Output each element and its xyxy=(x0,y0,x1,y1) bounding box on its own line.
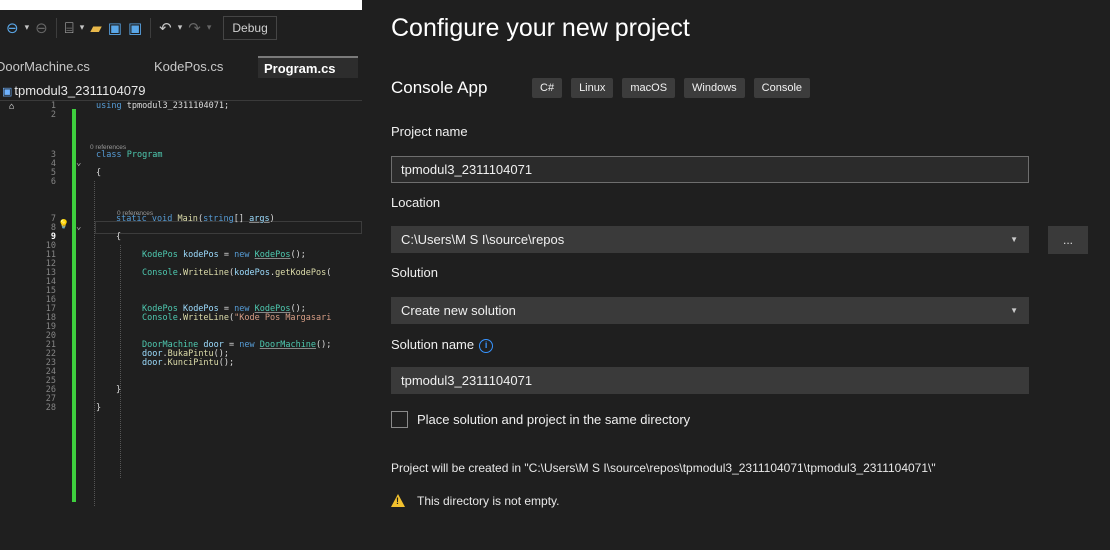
tab-program[interactable]: Program.cs xyxy=(258,56,358,78)
line-number: 28 xyxy=(45,403,56,413)
dropdown-arrow-icon[interactable]: ▾ xyxy=(78,18,87,38)
collapse-icon[interactable]: ⌄ xyxy=(76,223,81,232)
split-handle-icon[interactable]: ⌂ xyxy=(9,102,14,112)
location-label: Location xyxy=(391,195,441,210)
dialog-title: Configure your new project xyxy=(391,14,690,42)
chevron-down-icon[interactable]: ▼ xyxy=(1010,227,1018,252)
new-project-icon[interactable]: ⌸ xyxy=(63,18,76,38)
directory-warning: ! This directory is not empty. xyxy=(391,494,560,508)
code-line: { xyxy=(116,232,122,242)
browse-button[interactable]: ... xyxy=(1048,226,1088,254)
undo-icon[interactable]: ↶ xyxy=(157,18,174,38)
code-line: Console.WriteLine(kodePos.getKodePos( xyxy=(142,268,332,278)
editor-tabs: DoorMachine.cs KodePos.cs Program.cs xyxy=(0,56,362,78)
tag-console: Console xyxy=(753,78,811,98)
project-label: tpmodul3_2311104079 xyxy=(14,83,146,98)
code-line: using tpmodul3_2311104071; xyxy=(96,101,230,111)
solution-name-text: Solution name xyxy=(391,337,475,352)
code-line: Console.WriteLine("Kode Pos Margasari xyxy=(142,313,332,323)
location-value: C:\Users\M S I\source\repos xyxy=(401,232,565,247)
save-icon[interactable]: ▣ xyxy=(106,18,124,38)
tab-doormachine[interactable]: DoorMachine.cs xyxy=(0,56,136,78)
project-name-input[interactable]: tpmodul3_2311104071 xyxy=(391,156,1029,183)
dropdown-arrow-icon[interactable]: ▾ xyxy=(23,18,32,38)
toolbar-separator xyxy=(55,18,57,38)
indent-guide xyxy=(94,181,95,506)
code-line: door.KunciPintu(); xyxy=(142,358,235,368)
code-line: } xyxy=(116,385,122,395)
tag-linux: Linux xyxy=(571,78,614,98)
same-directory-checkbox[interactable] xyxy=(391,411,408,428)
line-number: 6 xyxy=(50,177,56,187)
tab-kodepos[interactable]: KodePos.cs xyxy=(136,56,258,78)
location-combobox[interactable]: C:\Users\M S I\source\repos ▼ xyxy=(391,226,1029,253)
code-line: static void Main(string[] args) xyxy=(116,214,275,224)
build-config-select[interactable]: Debug xyxy=(223,16,277,40)
solution-label: Solution xyxy=(391,265,438,280)
lightbulb-icon[interactable]: 💡 xyxy=(58,220,69,230)
solution-name-input[interactable]: tpmodul3_2311104071 xyxy=(391,367,1029,394)
ide-panel: ⊖ ▾ ⊖ ⌸ ▾ ▰ ▣ ▣ ↶ ▾ ↷ ▾ Debug DoorMachin… xyxy=(0,10,362,550)
collapse-icon[interactable]: ⌄ xyxy=(76,159,81,168)
navigate-back-icon[interactable]: ⊖ xyxy=(4,18,21,38)
template-tags: C# Linux macOS Windows Console xyxy=(532,78,811,98)
code-line: class Program xyxy=(96,150,163,160)
warning-icon: ! xyxy=(391,494,405,507)
tag-csharp: C# xyxy=(532,78,563,98)
line-number: 2 xyxy=(50,110,56,120)
solution-select[interactable]: Create new solution ▼ xyxy=(391,297,1029,324)
template-name: Console App xyxy=(391,78,488,97)
code-line: } xyxy=(96,403,102,413)
code-editor[interactable]: ⌂ 💡 ⌄ ⌄ 0 references 0 references 1 using… xyxy=(0,101,362,550)
project-path-text: Project will be created in "C:\Users\M S… xyxy=(391,461,936,475)
dropdown-arrow-icon[interactable]: ▾ xyxy=(176,18,185,38)
solution-name-label: Solution name i xyxy=(391,337,494,353)
same-directory-label[interactable]: Place solution and project in the same d… xyxy=(417,412,690,427)
warning-text: This directory is not empty. xyxy=(417,494,560,508)
ide-toolbar: ⊖ ▾ ⊖ ⌸ ▾ ▰ ▣ ▣ ↶ ▾ ↷ ▾ Debug xyxy=(0,10,362,46)
dropdown-arrow-icon[interactable]: ▾ xyxy=(205,18,214,38)
configure-project-dialog: Configure your new project Console App C… xyxy=(362,0,1110,550)
info-icon[interactable]: i xyxy=(479,339,494,353)
indent-guide xyxy=(120,245,121,478)
toolbar-separator xyxy=(150,18,152,38)
code-line: { xyxy=(96,168,102,178)
redo-icon[interactable]: ↷ xyxy=(186,18,203,38)
solution-value: Create new solution xyxy=(401,303,516,318)
tag-windows: Windows xyxy=(684,78,745,98)
project-name-label: Project name xyxy=(391,124,468,139)
tag-macos: macOS xyxy=(622,78,676,98)
navigate-forward-icon[interactable]: ⊖ xyxy=(33,18,50,38)
code-line: KodePos kodePos = new KodePos(); xyxy=(142,250,306,260)
project-navbar[interactable]: ▣ tpmodul3_2311104079 xyxy=(0,81,362,101)
project-icon: ▣ xyxy=(2,86,13,98)
open-folder-icon[interactable]: ▰ xyxy=(88,18,104,38)
chevron-down-icon[interactable]: ▼ xyxy=(1010,298,1018,323)
save-all-icon[interactable]: ▣ xyxy=(126,18,144,38)
